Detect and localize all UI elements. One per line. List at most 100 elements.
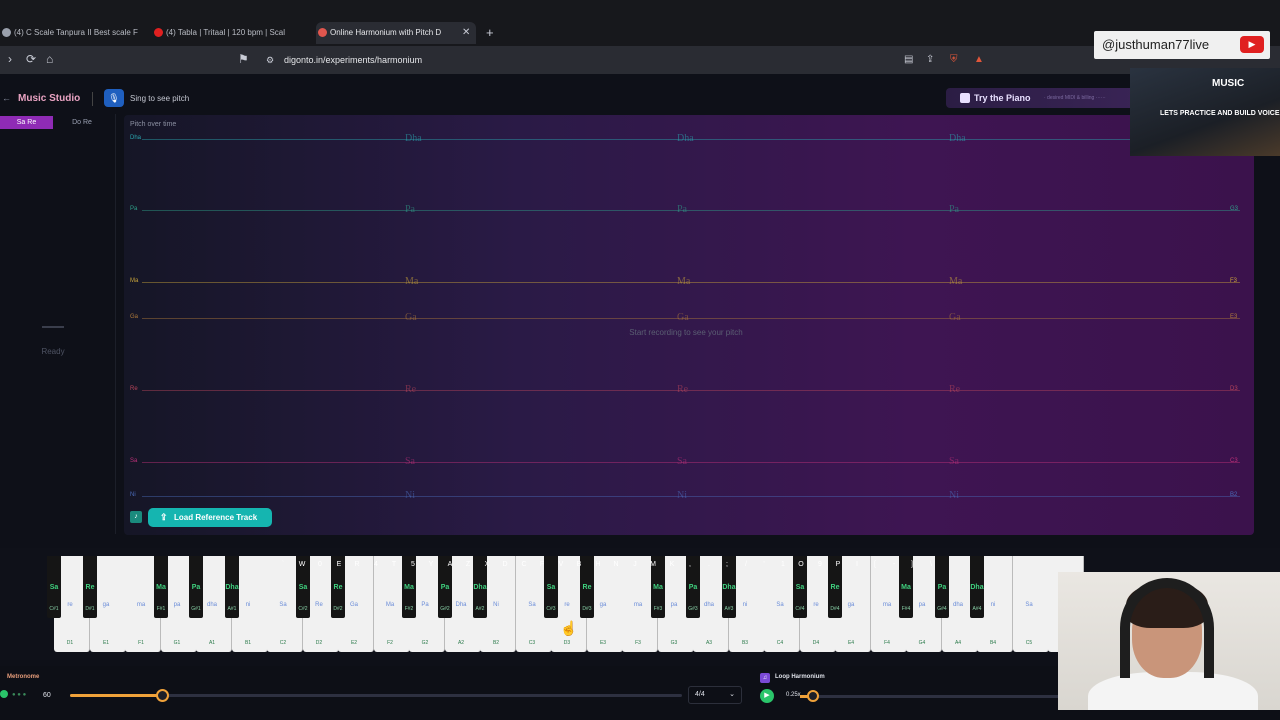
key-shortcut-label: V: [558, 561, 564, 568]
close-tab-icon[interactable]: ✕: [462, 27, 470, 38]
metronome-play-button[interactable]: [0, 690, 8, 698]
black-key-swara: Dha: [225, 584, 239, 591]
tab-title: Online Harmonium with Pitch D: [330, 28, 442, 37]
key-shortcut-label: B: [576, 561, 582, 568]
white-key-swara: Sa: [279, 602, 287, 608]
key-shortcut-label: -: [892, 561, 896, 568]
white-key-note: D2: [315, 640, 323, 646]
white-key-note: D3: [563, 640, 571, 646]
white-key-note: A2: [457, 640, 465, 646]
key-shortcut-label: 4: [374, 561, 378, 568]
checkbox-icon[interactable]: [960, 93, 970, 103]
key-shortcut-label: R: [354, 561, 360, 568]
key-shortcut-label: .: [708, 561, 710, 568]
key-shortcut-label: ,: [689, 561, 691, 568]
tab-tabla[interactable]: (4) Tabla | Tritaal | 120 bpm | Scal: [152, 22, 302, 44]
pitch-graph: [124, 115, 1254, 535]
mode-sargam-button[interactable]: Sa Re: [0, 116, 53, 129]
black-key-note: D#1: [85, 606, 95, 612]
black-key-swara: Pa: [688, 584, 698, 591]
bookmark-icon[interactable]: ⚑: [238, 52, 249, 66]
forward-icon[interactable]: ›: [8, 52, 12, 66]
white-key-note: B3: [741, 640, 749, 646]
reader-icon[interactable]: ▤: [904, 54, 913, 65]
sing-label: Sing to see pitch: [130, 94, 190, 103]
pitch-line: [142, 390, 1240, 391]
webcam-overlay: [1058, 572, 1280, 710]
load-reference-track-button[interactable]: ⇪ Load Reference Track: [148, 508, 272, 527]
black-key-swara: Re: [333, 584, 343, 591]
new-tab-icon[interactable]: +: [486, 25, 494, 40]
black-key-note: G#1: [191, 606, 201, 612]
back-arrow-icon[interactable]: ←: [2, 93, 11, 103]
tab-harmonium[interactable]: Online Harmonium with Pitch D: [316, 22, 476, 44]
channel-handle-overlay: @justhuman77live ▶: [1094, 31, 1270, 59]
tempo-slider-thumb[interactable]: [156, 689, 169, 702]
white-key-note: F3: [635, 640, 641, 646]
black-key-note: F#3: [653, 606, 663, 612]
url-text: digonto.in/experiments/harmonium: [284, 55, 423, 65]
pitch-line: [142, 210, 1240, 211]
tab-tanpura[interactable]: (4) C Scale Tanpura II Best scale F: [0, 22, 145, 44]
white-key-note: G1: [173, 640, 181, 646]
white-key-swara: ga: [102, 602, 110, 608]
pitch-label-right: F3: [1230, 278, 1238, 284]
white-key-note: B1: [244, 640, 252, 646]
black-key-swara: Sa: [795, 584, 805, 591]
reload-icon[interactable]: ⟳: [26, 52, 36, 66]
loop-speed-thumb[interactable]: [807, 690, 819, 702]
white-key-swara: dha: [952, 602, 963, 608]
black-key-note: G#2: [440, 606, 450, 612]
black-key-swara: Pa: [191, 584, 201, 591]
loop-speed-track[interactable]: [800, 695, 1060, 698]
microphone-button[interactable]: 🎙: [104, 89, 124, 107]
black-key-note: C#3: [546, 606, 556, 612]
white-key-note: D4: [812, 640, 820, 646]
home-icon[interactable]: ⌂: [46, 52, 53, 66]
try-piano-toggle[interactable]: Try the Piano · desired MIDI & billing ·…: [946, 88, 1146, 108]
thumbnail-title: MUSIC: [1212, 78, 1245, 89]
key-shortcut-label: F: [539, 561, 545, 568]
tab-title: (4) Tabla | Tritaal | 120 bpm | Scal: [166, 28, 286, 37]
thumbnail-caption: LETS PRACTICE AND BUILD VOICE: [1160, 110, 1280, 117]
white-key-swara: ga: [847, 602, 855, 608]
key-shortcut-label: E: [336, 561, 342, 568]
black-key-swara: Re: [830, 584, 840, 591]
app-title: Music Studio: [18, 93, 81, 104]
white-key-swara: Ga: [349, 602, 358, 608]
key-shortcut-label: I: [856, 561, 858, 568]
key-shortcut-label: K: [669, 561, 675, 568]
music-file-icon[interactable]: ♪: [130, 511, 142, 523]
black-key-note: D#3: [582, 606, 592, 612]
black-key-swara: Re: [582, 584, 592, 591]
white-key-swara: Sa: [776, 602, 784, 608]
white-key-note: D1: [66, 640, 74, 646]
white-key-swara: Pa: [421, 602, 429, 608]
metronome-title: Metronome: [7, 674, 40, 680]
brave-shield-icon[interactable]: ⛨: [950, 54, 958, 65]
black-key-note: A#3: [724, 606, 734, 612]
swara-guide-label: Ni: [405, 490, 415, 501]
key-shortcut-label: W: [298, 561, 306, 568]
loop-speed-value: 0.25x: [786, 692, 801, 698]
white-key-swara: ni: [742, 602, 748, 608]
white-key-swara: pa: [918, 602, 926, 608]
time-signature-select[interactable]: 4/4 ⌄: [688, 686, 742, 704]
key-shortcut-label: D: [502, 561, 508, 568]
key-shortcut-label: J: [633, 561, 637, 568]
loop-play-button[interactable]: ▶: [760, 689, 774, 703]
black-key-note: G#3: [688, 606, 698, 612]
site-info-icon[interactable]: ⚙: [266, 55, 274, 66]
black-key-swara: Sa: [49, 584, 59, 591]
pitch-line: [142, 496, 1240, 497]
white-key-note: A3: [705, 640, 713, 646]
key-shortcut-label: H: [595, 561, 601, 568]
rewards-icon[interactable]: ▲: [974, 54, 984, 65]
share-icon[interactable]: ⇪: [926, 54, 934, 65]
black-key-note: D#4: [830, 606, 840, 612]
white-key-note: C2: [279, 640, 287, 646]
key-shortcut-label: /: [745, 561, 747, 568]
white-key-note: F4: [884, 640, 890, 646]
black-key-note: A#4: [972, 606, 982, 612]
mode-western-button[interactable]: Do Re: [56, 116, 108, 129]
